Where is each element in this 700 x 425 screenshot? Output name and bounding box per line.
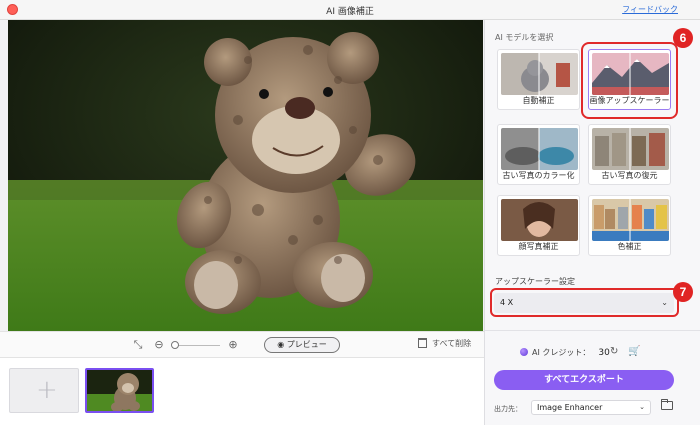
color-correct-preview-image xyxy=(592,199,669,241)
model-label-face-enhance: 顔写真補正 xyxy=(518,242,559,251)
ai-credits-label: AI クレジット： xyxy=(532,348,591,357)
add-image-button[interactable]: + xyxy=(9,368,79,413)
upscaler-settings-label: アップスケーラー設定 xyxy=(495,277,575,286)
model-card-restore[interactable]: 古い写真の復元 xyxy=(588,124,671,185)
preview-toolbar: ⤡ ⊖ ⊕ ◉ プレビュー すべて削除 xyxy=(0,331,484,358)
window-title: AI 画像補正 xyxy=(326,7,374,17)
thumbnail-strip: + xyxy=(0,358,484,425)
preview-button-label: プレビュー xyxy=(286,340,327,349)
feedback-link[interactable]: フィードバック xyxy=(622,4,678,15)
model-label-auto-enhance: 自動補正 xyxy=(522,96,555,105)
cart-icon[interactable]: 🛒 xyxy=(628,346,640,357)
model-card-color-correct[interactable]: 色補正 xyxy=(588,195,671,256)
colorize-preview-image xyxy=(501,128,578,170)
model-card-colorize[interactable]: 古い写真のカラー化 xyxy=(497,124,580,185)
editor-area: ⤡ ⊖ ⊕ ◉ プレビュー すべて削除 + xyxy=(0,20,484,425)
ai-credits-value: 30 xyxy=(598,348,610,358)
model-section-label: AI モデルを選択 xyxy=(495,33,554,42)
folder-icon[interactable] xyxy=(661,399,673,410)
delete-all-label: すべて削除 xyxy=(432,339,472,348)
output-destination-value: Image Enhancer xyxy=(537,403,603,412)
output-label: 出力先： xyxy=(494,405,522,413)
eye-icon: ◉ xyxy=(277,340,287,349)
annotation-badge-7: 7 xyxy=(673,282,693,302)
image-preview xyxy=(8,20,483,331)
settings-panel: AI モデルを選択 自動補正 画像アップスケーラー 古い写真のカラー化 古い写真… xyxy=(484,20,700,425)
panel-divider xyxy=(485,330,700,331)
zoom-in-icon[interactable]: ⊕ xyxy=(227,339,239,351)
model-label-restore: 古い写真の復元 xyxy=(601,171,658,180)
teddy-thumbnail-image xyxy=(87,370,152,411)
teddy-bear-photo xyxy=(8,20,483,331)
title-bar: AI 画像補正 フィードバック xyxy=(0,0,700,20)
refresh-icon[interactable]: ↻ xyxy=(610,346,618,357)
model-card-face-enhance[interactable]: 顔写真補正 xyxy=(497,195,580,256)
trash-icon xyxy=(418,338,427,348)
model-label-colorize: 古い写真のカラー化 xyxy=(502,171,575,180)
auto-enhance-preview-image xyxy=(501,53,578,95)
image-thumbnail[interactable] xyxy=(85,368,154,413)
credit-coin-icon xyxy=(520,348,528,356)
face-enhance-preview-image xyxy=(501,199,578,241)
ai-credits: AI クレジット： 30 xyxy=(520,347,610,358)
zoom-slider-knob[interactable] xyxy=(171,341,179,349)
chevron-down-icon: ⌄ xyxy=(639,403,645,411)
annotation-highlight-model xyxy=(581,42,678,119)
preview-button[interactable]: ◉ プレビュー xyxy=(264,337,340,353)
model-card-auto-enhance[interactable]: 自動補正 xyxy=(497,49,580,110)
output-destination-select[interactable]: Image Enhancer ⌄ xyxy=(531,400,651,415)
annotation-badge-6: 6 xyxy=(673,28,693,48)
delete-all-button[interactable]: すべて削除 xyxy=(418,338,471,349)
annotation-highlight-setting xyxy=(490,288,679,317)
fit-screen-icon[interactable]: ⤡ xyxy=(132,339,144,351)
zoom-slider-track[interactable] xyxy=(176,345,220,346)
plus-icon: + xyxy=(36,375,58,405)
export-all-button[interactable]: すべてエクスポート xyxy=(494,370,674,390)
zoom-out-icon[interactable]: ⊖ xyxy=(153,339,165,351)
restore-preview-image xyxy=(592,128,669,170)
model-label-color-correct: 色補正 xyxy=(617,242,642,251)
